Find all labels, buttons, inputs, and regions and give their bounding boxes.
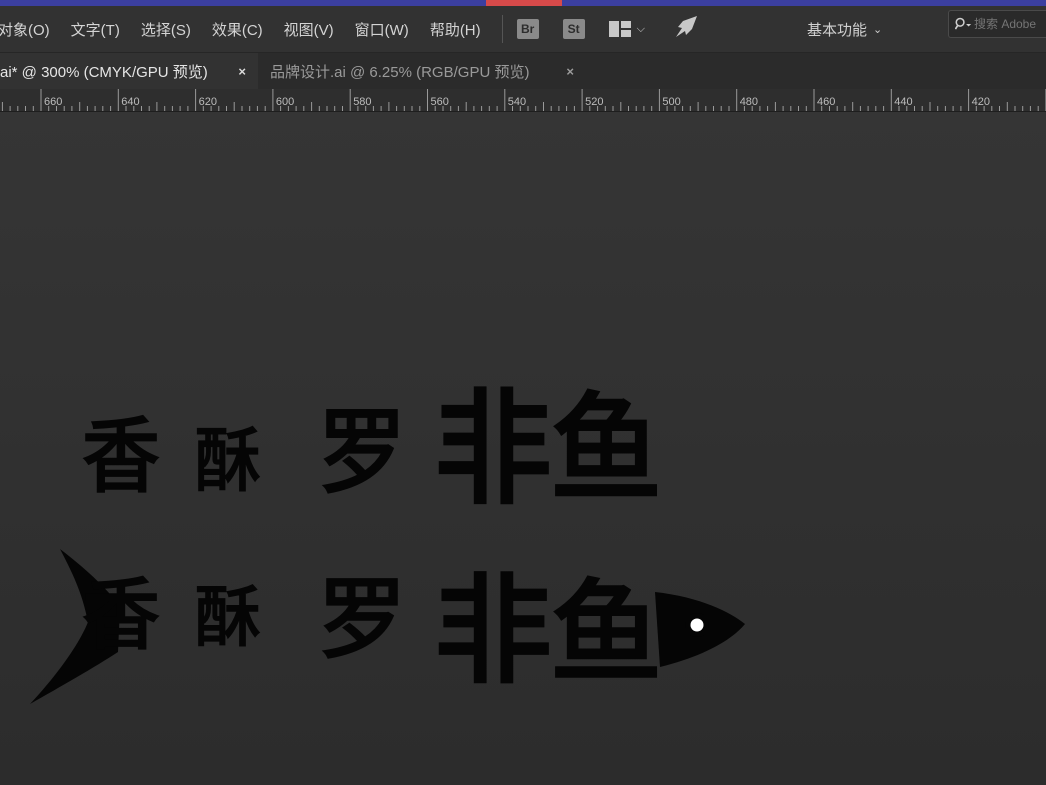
stock-button[interactable]: St bbox=[562, 19, 585, 39]
tab-label: 品牌设计.ai @ 6.25% (RGB/GPU 预览) bbox=[270, 63, 530, 81]
ruler-label: 520 bbox=[585, 96, 603, 108]
tab-active-document[interactable]: ai* @ 300% (CMYK/GPU 预览) × bbox=[0, 53, 258, 89]
logo-wordmark[interactable]: 香 酥 罗 非 鱼 bbox=[82, 377, 662, 521]
logo-char: 香 bbox=[82, 571, 160, 661]
ruler-label: 460 bbox=[817, 96, 835, 108]
ruler-label: 560 bbox=[431, 96, 449, 108]
logo-char: 酥 bbox=[195, 420, 261, 501]
menu-object[interactable]: 对象(O) bbox=[0, 19, 50, 40]
chevron-down-icon[interactable]: ⌵ bbox=[637, 23, 645, 36]
ruler-label: 600 bbox=[276, 96, 294, 108]
ruler-label: 500 bbox=[662, 96, 680, 108]
menu-window[interactable]: 窗口(W) bbox=[355, 19, 409, 40]
search-box[interactable] bbox=[948, 10, 1046, 38]
menu-select[interactable]: 选择(S) bbox=[141, 19, 191, 40]
menu-type[interactable]: 文字(T) bbox=[71, 19, 120, 40]
tab-label: ai* @ 300% (CMYK/GPU 预览) bbox=[0, 63, 208, 81]
bridge-button[interactable]: Br bbox=[516, 19, 539, 39]
rocket-icon[interactable] bbox=[673, 15, 699, 44]
arrange-documents-icon[interactable] bbox=[608, 20, 631, 38]
ruler-label: 660 bbox=[44, 96, 62, 108]
artboard-canvas[interactable]: 香 酥 罗 非 鱼 香 酥 罗 非 鱼 bbox=[0, 112, 1046, 785]
artwork: 香 酥 罗 非 鱼 香 酥 罗 非 鱼 bbox=[30, 377, 745, 704]
fish-eye-icon bbox=[690, 618, 704, 632]
ruler-label: 480 bbox=[740, 96, 758, 108]
menu-separator bbox=[501, 15, 503, 43]
ruler-label: 620 bbox=[199, 96, 217, 108]
horizontal-ruler[interactable]: 660 640 620 600 580 560 540 520 500 480 460 440 420 bbox=[0, 89, 1046, 112]
workspace-switcher[interactable]: 基本功能 bbox=[807, 19, 867, 40]
ruler-label: 540 bbox=[508, 96, 526, 108]
close-icon[interactable]: × bbox=[238, 64, 246, 79]
logo-char: 酥 bbox=[195, 579, 261, 656]
logo-char: 鱼 bbox=[550, 569, 662, 699]
document-tabs: ai* @ 300% (CMYK/GPU 预览) × 品牌设计.ai @ 6.2… bbox=[0, 53, 1046, 89]
search-icon bbox=[955, 17, 972, 30]
ruler-label: 580 bbox=[353, 96, 371, 108]
search-input[interactable] bbox=[972, 16, 1046, 32]
logo-char: 鱼 bbox=[550, 381, 662, 518]
logo-char: 罗 bbox=[318, 400, 406, 508]
menu-view[interactable]: 视图(V) bbox=[284, 19, 334, 40]
ruler-label: 440 bbox=[894, 96, 912, 108]
logo-char: 非 bbox=[434, 562, 552, 700]
menu-help[interactable]: 帮助(H) bbox=[430, 19, 481, 40]
logo-char: 香 bbox=[82, 409, 160, 504]
menu-effect[interactable]: 效果(C) bbox=[212, 19, 263, 40]
logo-char: 非 bbox=[434, 377, 552, 521]
ruler-label: 420 bbox=[972, 96, 990, 108]
tab-brand-design[interactable]: 品牌设计.ai @ 6.25% (RGB/GPU 预览) × bbox=[258, 53, 586, 89]
menu-bar: 对象(O) 文字(T) 选择(S) 效果(C) 视图(V) 窗口(W) 帮助(H… bbox=[0, 6, 1046, 53]
ruler-label: 640 bbox=[121, 96, 139, 108]
fish-logo[interactable]: 香 酥 罗 非 鱼 bbox=[30, 549, 745, 704]
close-icon[interactable]: × bbox=[566, 64, 574, 79]
logo-char: 罗 bbox=[318, 568, 406, 671]
workspace-chevron-icon[interactable]: ⌄ bbox=[873, 23, 882, 36]
